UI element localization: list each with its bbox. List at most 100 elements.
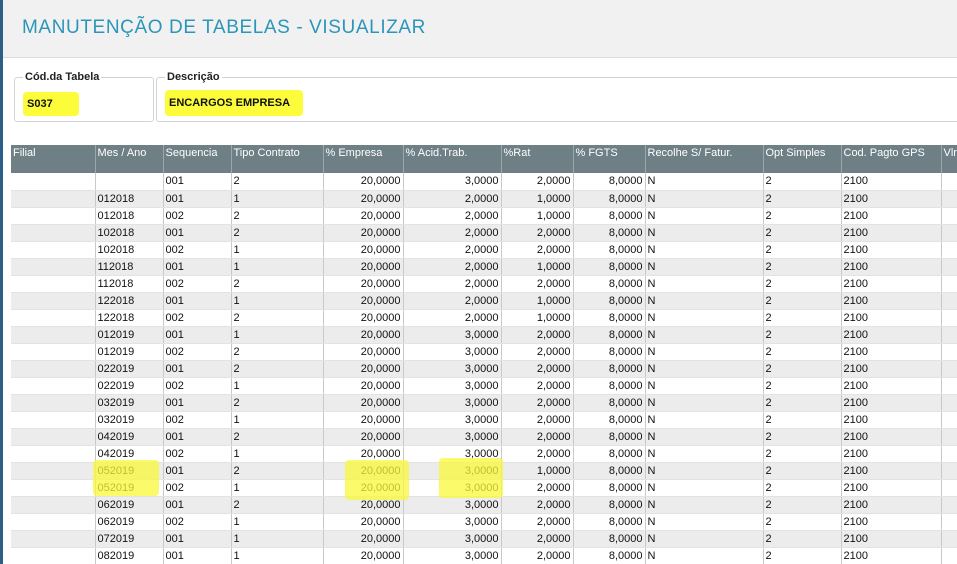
table-row[interactable]: 032019 001 2 20,0000 3,0000 2,0000 8,0000 N 2 210… [11,394,957,412]
cell-recolhe: N [645,190,764,208]
cell-tipo-contrato: 2 [231,343,324,361]
cell-cod-pagto: 2100 [841,173,942,191]
table-row[interactable]: 022019 001 2 20,0000 3,0000 2,0000 8,0000 N 2 210… [11,360,957,378]
table-row[interactable]: 001 2 20,0000 3,0000 2,0000 8,0000 N 2 2100 [11,173,957,191]
table-row[interactable]: 112018 001 1 20,0000 2,0000 1,0000 8,0000 N 2 210… [11,258,957,276]
table-row[interactable]: 012018 002 2 20,0000 2,0000 1,0000 8,0000 N 2 210… [11,207,957,225]
table-row[interactable]: 122018 002 2 20,0000 2,0000 1,0000 8,0000 N 2 210… [11,309,957,327]
cell-opt-simples: 2 [763,258,842,276]
cell-cod-pagto: 2100 [841,207,942,225]
cell-opt-simples: 2 [763,207,842,225]
cell-filial [11,377,96,395]
table-row[interactable]: 122018 001 1 20,0000 2,0000 1,0000 8,0000 N 2 210… [11,292,957,310]
cell-mes-ano: 012018 [95,207,164,225]
cell-recolhe: N [645,411,764,429]
cell-acid-trab: 3,0000 [403,377,502,395]
table-row[interactable]: 042019 002 1 20,0000 3,0000 2,0000 8,0000 N 2 210… [11,445,957,463]
cell-acid-trab: 3,0000 [403,343,502,361]
cell-cod-pagto: 2100 [841,530,942,548]
col-header-acid-trab[interactable]: % Acid.Trab. [403,145,502,173]
cell-sequencia: 002 [163,377,232,395]
table-row[interactable]: 052019 001 2 20,0000 3,0000 1,0000 8,0000 N 2 210… [11,462,957,480]
cell-recolhe: N [645,292,764,310]
cell-acid-trab: 2,0000 [403,207,502,225]
cell-rat: 2,0000 [501,445,574,463]
col-header-tipo-contrato[interactable]: Tipo Contrato [231,145,324,173]
cell-acid-trab: 2,0000 [403,241,502,259]
table-row[interactable]: 102018 001 2 20,0000 2,0000 2,0000 8,0000 N 2 210… [11,224,957,242]
cell-filial [11,462,96,480]
cell-filial [11,326,96,344]
cell-sequencia: 001 [163,496,232,514]
col-header-filial[interactable]: Filial [11,145,96,173]
cell-empresa: 20,0000 [323,343,404,361]
table-row[interactable]: 062019 002 1 20,0000 3,0000 2,0000 8,0000 N 2 210… [11,513,957,531]
table-row[interactable]: 102018 002 1 20,0000 2,0000 2,0000 8,0000 N 2 210… [11,241,957,259]
cell-mes-ano: 102018 [95,241,164,259]
cell-cod-pagto: 2100 [841,241,942,259]
table-row[interactable]: 112018 002 2 20,0000 2,0000 2,0000 8,0000 N 2 210… [11,275,957,293]
table-row[interactable]: 052019 002 1 20,0000 3,0000 2,0000 8,0000 N 2 210… [11,479,957,497]
cell-rat: 2,0000 [501,411,574,429]
table-row[interactable]: 082019 001 1 20,0000 3,0000 2,0000 8,0000 N 2 210… [11,547,957,564]
cell-sequencia: 002 [163,343,232,361]
col-header-cod-pagto[interactable]: Cod. Pagto GPS [841,145,942,173]
col-header-recolhe[interactable]: Recolhe S/ Fatur. [645,145,764,173]
cell-recolhe: N [645,224,764,242]
table-row[interactable]: 012018 001 1 20,0000 2,0000 1,0000 8,0000 N 2 210… [11,190,957,208]
col-header-rat[interactable]: %Rat [501,145,574,173]
cell-sequencia: 001 [163,547,232,564]
table-code-label: Cód.da Tabela [23,71,102,83]
cell-acid-trab: 2,0000 [403,275,502,293]
cell-fgts: 8,0000 [573,496,646,514]
table-row[interactable]: 022019 002 1 20,0000 3,0000 2,0000 8,0000 N 2 210… [11,377,957,395]
cell-recolhe: N [645,479,764,497]
table-row[interactable]: 012019 002 2 20,0000 3,0000 2,0000 8,0000 N 2 210… [11,343,957,361]
table-row[interactable]: 032019 002 1 20,0000 3,0000 2,0000 8,0000 N 2 210… [11,411,957,429]
cell-empresa: 20,0000 [323,496,404,514]
table-code-value[interactable]: S037 [23,92,79,116]
cell-cod-pagto: 2100 [841,496,942,514]
cell-opt-simples: 2 [763,224,842,242]
col-header-opt-simples[interactable]: Opt Simples [763,145,842,173]
cell-fgts: 8,0000 [573,462,646,480]
cell-acid-trab: 2,0000 [403,309,502,327]
cell-filial [11,428,96,446]
cell-sequencia: 001 [163,360,232,378]
cell-vlr [941,377,957,395]
cell-empresa: 20,0000 [323,394,404,412]
col-header-empresa[interactable]: % Empresa [323,145,404,173]
cell-mes-ano: 102018 [95,224,164,242]
data-grid[interactable]: Filial Mes / Ano Sequencia Tipo Contrato… [11,145,957,564]
col-header-sequencia[interactable]: Sequencia [163,145,232,173]
cell-empresa: 20,0000 [323,428,404,446]
description-value[interactable]: ENCARGOS EMPRESA [165,90,303,116]
col-header-mes-ano[interactable]: Mes / Ano [95,145,164,173]
cell-sequencia: 001 [163,326,232,344]
cell-vlr [941,394,957,412]
cell-acid-trab: 3,0000 [403,173,502,191]
cell-filial [11,224,96,242]
cell-mes-ano: 022019 [95,377,164,395]
col-header-fgts[interactable]: % FGTS [573,145,646,173]
cell-vlr [941,496,957,514]
cell-tipo-contrato: 1 [231,411,324,429]
cell-opt-simples: 2 [763,547,842,564]
cell-fgts: 8,0000 [573,530,646,548]
cell-sequencia: 002 [163,309,232,327]
table-row[interactable]: 062019 001 2 20,0000 3,0000 2,0000 8,0000 N 2 210… [11,496,957,514]
table-row[interactable]: 012019 001 1 20,0000 3,0000 2,0000 8,0000 N 2 210… [11,326,957,344]
table-row[interactable]: 042019 001 2 20,0000 3,0000 2,0000 8,0000 N 2 210… [11,428,957,446]
cell-opt-simples: 2 [763,479,842,497]
cell-filial [11,275,96,293]
cell-cod-pagto: 2100 [841,275,942,293]
cell-tipo-contrato: 1 [231,530,324,548]
cell-sequencia: 001 [163,292,232,310]
cell-fgts: 8,0000 [573,309,646,327]
cell-sequencia: 001 [163,258,232,276]
table-row[interactable]: 072019 001 1 20,0000 3,0000 2,0000 8,0000 N 2 210… [11,530,957,548]
cell-filial [11,530,96,548]
col-header-vlr[interactable]: Vlr [941,145,957,173]
cell-opt-simples: 2 [763,394,842,412]
cell-cod-pagto: 2100 [841,326,942,344]
